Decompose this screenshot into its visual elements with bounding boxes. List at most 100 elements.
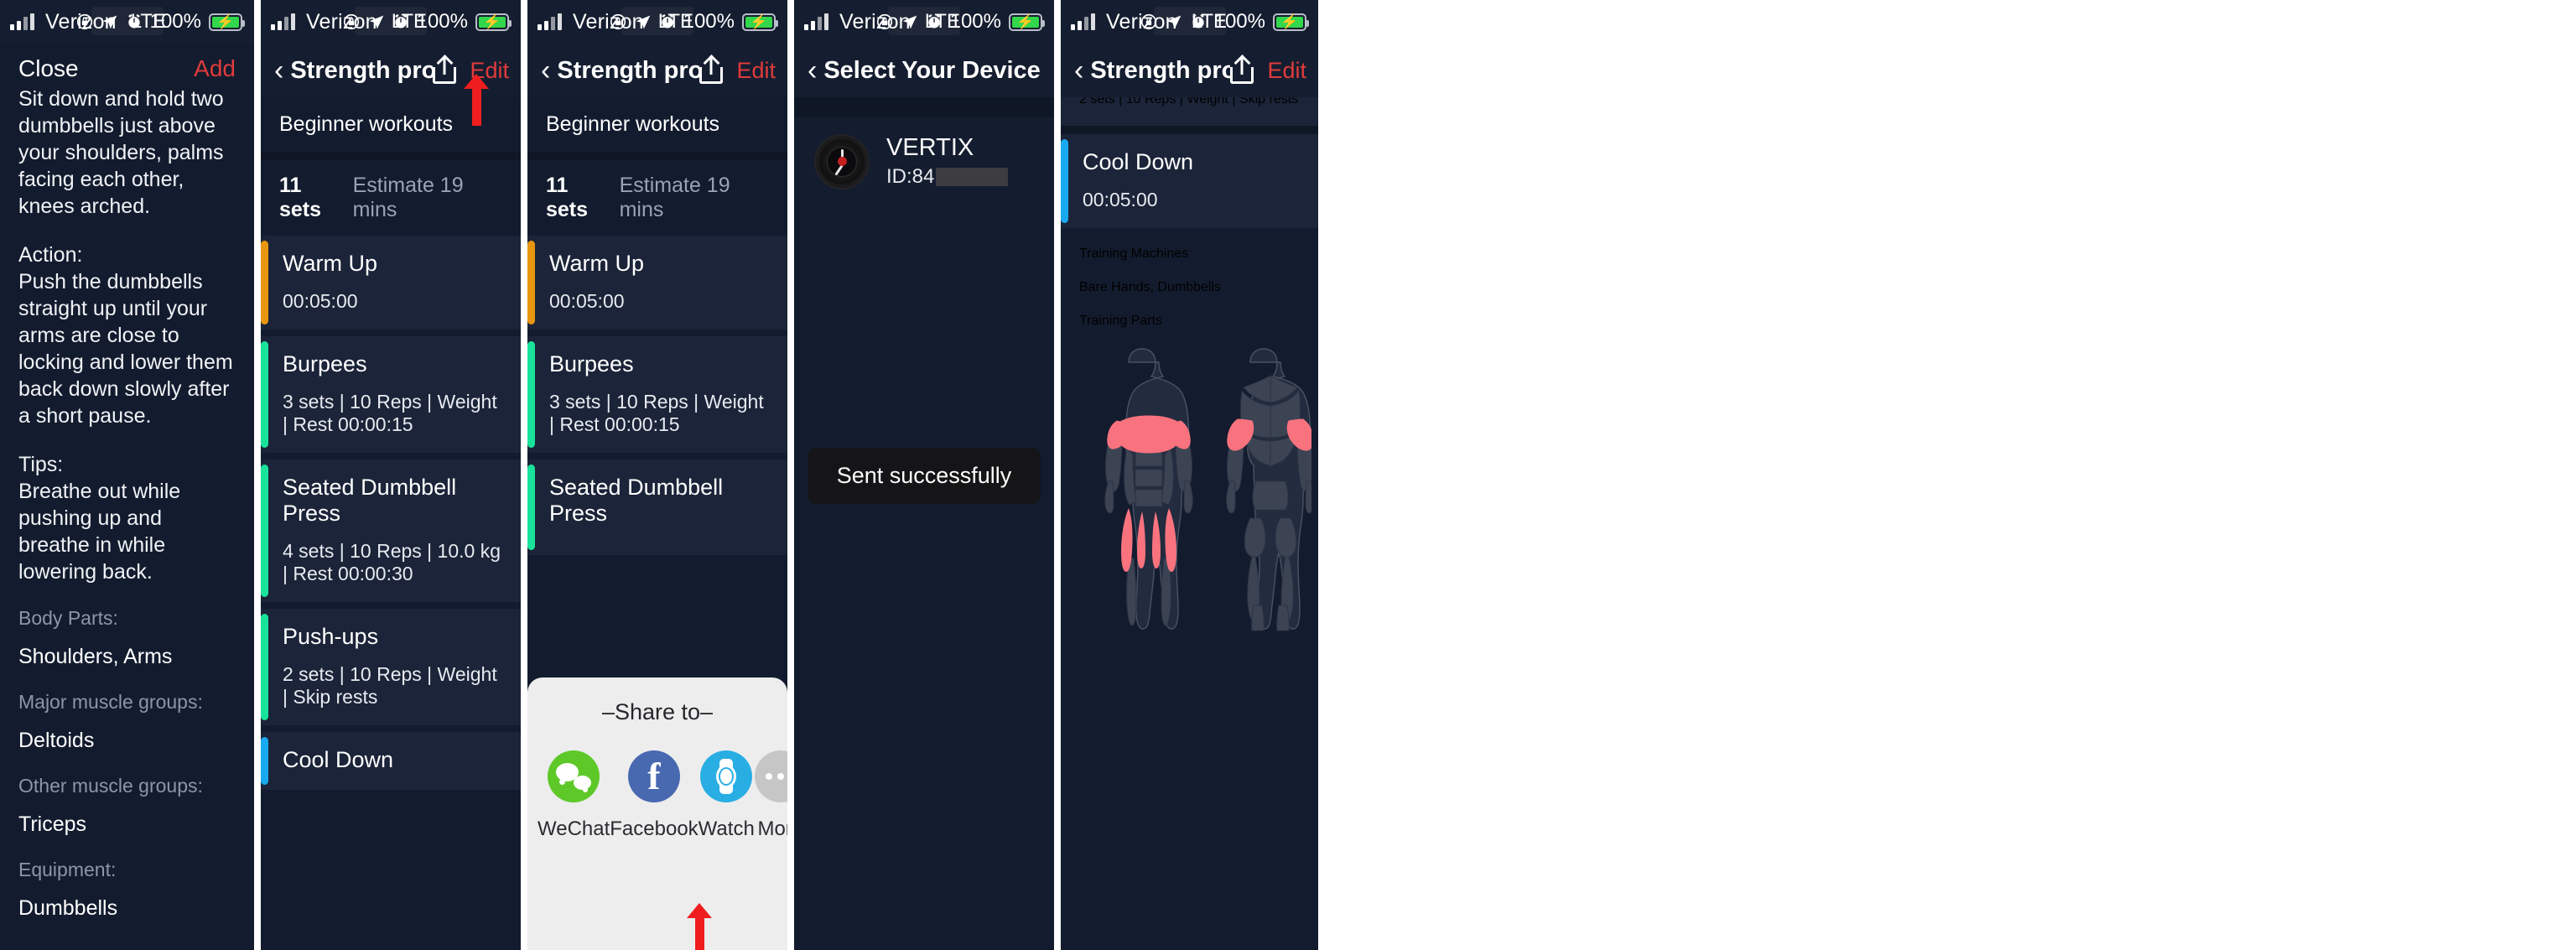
panel-gap — [521, 0, 527, 950]
battery-percent-label: 100% — [149, 10, 201, 33]
annotation-arrow-watch — [687, 903, 712, 950]
signal-bars-icon — [271, 13, 295, 30]
close-button[interactable]: Close — [18, 55, 79, 82]
action-label: Action: — [18, 243, 83, 267]
item-name: Seated Dumbbell Press — [283, 475, 457, 526]
field-other-muscles: Other muscle groups: Triceps — [18, 775, 236, 837]
sets-count: 11 sets — [279, 174, 322, 221]
panel-select-device: Verizon LTE 100% ⚡ ‹ Select Your Device — [794, 0, 1054, 950]
item-name: Cool Down — [283, 747, 394, 772]
status-bar: Verizon LTE 100% ⚡ — [794, 0, 1054, 44]
location-arrow-icon — [101, 13, 118, 30]
sheet-header: Close Add — [0, 44, 254, 91]
nav-bar: ‹ Strength program... Edit — [527, 44, 787, 97]
share-icon[interactable] — [699, 57, 724, 84]
list-item[interactable]: Warm Up 00:05:00 — [527, 236, 787, 330]
signal-bars-icon — [1071, 13, 1095, 30]
edit-button[interactable]: Edit — [1267, 58, 1306, 84]
status-bar: Verizon LTE 100% ⚡ — [0, 0, 254, 44]
rotation-lock-icon — [1140, 13, 1158, 31]
panel-gap — [787, 0, 794, 950]
share-icon[interactable] — [433, 57, 457, 84]
status-bar: Verizon LTE 100% ⚡ — [527, 0, 787, 44]
divider — [527, 152, 787, 160]
clipped-list-item[interactable]: 2 sets | 10 Reps | Weight | Skip rests — [1061, 97, 1318, 126]
list-item[interactable]: Warm Up 00:05:00 — [261, 236, 521, 330]
training-parts-label: Training Parts — [1079, 314, 1162, 328]
front-left-quad-outer — [1120, 508, 1133, 572]
battery-charging-icon: ⚡ — [1273, 13, 1309, 31]
back-icon[interactable]: ‹ — [539, 56, 557, 85]
device-id: ID:84 — [886, 165, 1009, 189]
body-parts-label: Body Parts: — [18, 607, 118, 629]
body-parts-value: Shoulders, Arms — [18, 645, 173, 668]
signal-bars-icon — [10, 13, 34, 30]
back-icon[interactable]: ‹ — [273, 56, 290, 85]
share-label: Watch — [698, 818, 755, 840]
item-meta: 3 sets | 10 Reps | Weight | Rest 00:00:1… — [549, 391, 764, 435]
item-name: Warm Up — [283, 251, 377, 276]
major-muscles-label: Major muscle groups: — [18, 691, 203, 713]
field-major-muscles: Major muscle groups: Deltoids — [18, 691, 236, 753]
equipment-value: Dumbbells — [18, 896, 118, 920]
stripe-exercise — [261, 465, 268, 597]
estimate-label: Estimate 19 mins — [619, 174, 730, 221]
list-item[interactable]: Burpees 3 sets | 10 Reps | Weight | Rest… — [261, 336, 521, 453]
sets-summary: 11 sets Estimate 19 mins — [261, 160, 521, 236]
exercise-description: Sit down and hold two dumbbells just abo… — [18, 87, 224, 218]
item-meta: 4 sets | 10 Reps | 10.0 kg | Rest 00:00:… — [283, 540, 501, 584]
location-arrow-icon — [1166, 13, 1182, 30]
nav-bar: ‹ Strength program... Edit — [1061, 44, 1318, 97]
training-machines-value: Bare Hands, Dumbbells — [1079, 280, 1221, 294]
back-icon[interactable]: ‹ — [1072, 56, 1090, 85]
stripe-exercise — [527, 465, 535, 550]
share-target-watch[interactable]: Watch — [699, 750, 755, 841]
list-item[interactable]: Seated Dumbbell Press 4 sets | 10 Reps |… — [261, 459, 521, 602]
device-list-item[interactable]: VERTIX ID:84 — [794, 117, 1054, 205]
alarm-clock-icon — [126, 13, 143, 30]
panel-exercise-detail: Verizon LTE 100% ⚡ Close Add Sit down an… — [0, 0, 254, 950]
share-target-more[interactable]: More — [754, 750, 787, 841]
nav-bar: ‹ Select Your Device — [794, 44, 1054, 97]
toast-message: Sent successfully — [808, 448, 1041, 504]
watch-icon — [700, 750, 753, 802]
edit-button[interactable]: Edit — [736, 58, 776, 84]
panel-gap — [1054, 0, 1061, 950]
stripe-exercise — [261, 341, 268, 448]
item-meta: 00:05:00 — [549, 290, 625, 312]
item-name: Push-ups — [283, 624, 379, 649]
item-meta: 2 sets | 10 Reps | Weight | Skip rests — [1079, 97, 1299, 106]
anatomy-figures — [1104, 348, 1311, 631]
item-meta: 2 sets | 10 Reps | Weight | Skip rests — [283, 663, 497, 708]
tips-text: Breathe out while pushing up and breathe… — [18, 480, 181, 584]
exercise-detail-content: Sit down and hold two dumbbells just abo… — [0, 86, 254, 921]
share-sheet: –Share to– WeChat f Facebook Watch Mo — [527, 677, 787, 950]
alarm-clock-icon — [1190, 13, 1207, 30]
list-item[interactable]: Burpees 3 sets | 10 Reps | Weight | Rest… — [527, 336, 787, 453]
share-icon[interactable] — [1230, 57, 1254, 84]
share-target-facebook[interactable]: f Facebook — [610, 750, 699, 841]
list-item[interactable]: Cool Down — [261, 732, 521, 790]
item-name: Burpees — [283, 351, 367, 376]
item-meta: 00:05:00 — [1083, 189, 1158, 210]
battery-percent-label: 100% — [416, 10, 468, 33]
battery-charging-icon: ⚡ — [742, 13, 778, 31]
share-target-wechat[interactable]: WeChat — [538, 750, 610, 841]
stripe-warmup — [261, 241, 268, 324]
list-item[interactable]: Cool Down 00:05:00 — [1061, 134, 1318, 228]
device-id-text: ID:84 — [886, 165, 935, 188]
divider — [1061, 126, 1318, 134]
stripe-warmup — [527, 241, 535, 324]
share-label: WeChat — [538, 818, 610, 840]
list-item[interactable]: Seated Dumbbell Press — [527, 459, 787, 555]
add-button[interactable]: Add — [194, 55, 236, 82]
share-label: More — [757, 818, 787, 840]
rotation-lock-icon — [75, 13, 94, 31]
stripe-exercise — [527, 341, 535, 448]
back-icon[interactable]: ‹ — [806, 56, 823, 85]
list-item[interactable]: Push-ups 2 sets | 10 Reps | Weight | Ski… — [261, 609, 521, 725]
screenshot-root: Verizon LTE 100% ⚡ Close Add Sit down an… — [0, 0, 2576, 950]
item-meta: 00:05:00 — [283, 290, 358, 312]
item-name: Warm Up — [549, 251, 644, 276]
panel-gap — [254, 0, 261, 950]
